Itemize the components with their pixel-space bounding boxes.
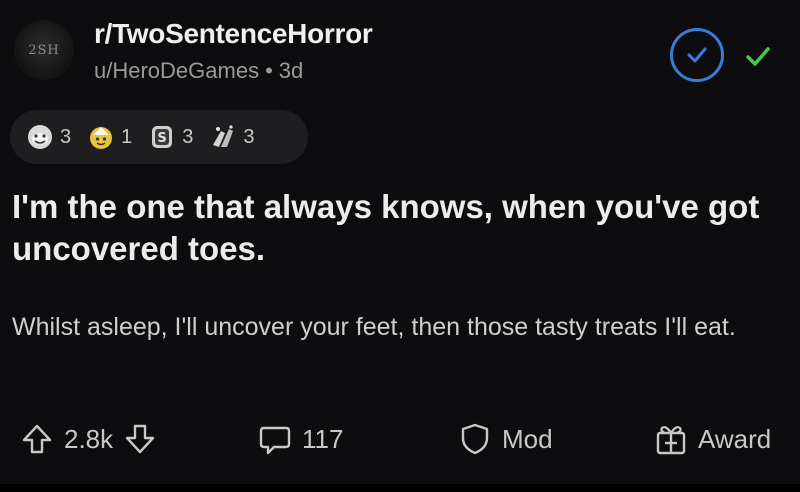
subreddit-name[interactable]: r/TwoSentenceHorror — [94, 18, 373, 50]
svg-text:S: S — [158, 131, 167, 146]
gift-icon — [656, 426, 686, 455]
vote-group: 2.8k — [20, 412, 157, 466]
action-bar: 2.8k 117 Mod Award — [0, 412, 800, 466]
award-item: 1 — [85, 121, 132, 153]
award-item: 3 — [207, 121, 255, 153]
helpful-award-icon — [90, 127, 113, 149]
wholesome-award-icon — [28, 125, 52, 149]
award-count: 3 — [243, 125, 255, 148]
award-count: 3 — [60, 125, 72, 148]
post-title[interactable]: I'm the one that always knows, when you'… — [12, 186, 782, 270]
author-name[interactable]: u/HeroDeGames — [94, 58, 259, 83]
approved-check-icon — [746, 47, 770, 66]
mod-button[interactable]: Mod — [458, 412, 553, 466]
post-body: Whilst asleep, I'll uncover your feet, t… — [12, 313, 736, 341]
mod-label: Mod — [502, 423, 553, 454]
meta-separator: • — [265, 58, 273, 83]
bottom-divider — [0, 484, 800, 492]
checkmark-icon — [687, 47, 707, 63]
award-button[interactable]: Award — [654, 412, 771, 466]
comments-button[interactable]: 117 — [258, 412, 343, 466]
award-label: Award — [698, 423, 772, 454]
joined-button[interactable] — [670, 28, 724, 82]
award-count: 1 — [121, 125, 133, 148]
award-item: S 3 — [146, 121, 193, 153]
vote-score: 2.8k — [64, 423, 114, 454]
hands-award-icon — [213, 125, 234, 147]
post-meta: u/HeroDeGames • 3d — [94, 58, 303, 84]
awards-row[interactable]: 3 1 S 3 3 — [10, 110, 308, 164]
downvote-icon[interactable] — [123, 422, 157, 456]
subreddit-avatar[interactable]: 2SH — [14, 20, 74, 80]
post-age: 3d — [278, 58, 304, 83]
post-card: 2SH r/TwoSentenceHorror u/HeroDeGames • 3d… — [0, 0, 800, 492]
upvote-icon[interactable] — [20, 422, 54, 456]
award-count: 3 — [182, 125, 194, 148]
award-item: 3 — [24, 121, 71, 153]
silver-coin-award-icon: S — [152, 126, 173, 148]
post-header: 2SH r/TwoSentenceHorror u/HeroDeGames • 3d — [12, 14, 788, 84]
comment-count: 117 — [302, 423, 344, 454]
shield-icon — [461, 423, 489, 455]
subreddit-avatar-text: 2SH — [28, 42, 60, 58]
comment-icon — [259, 426, 291, 455]
